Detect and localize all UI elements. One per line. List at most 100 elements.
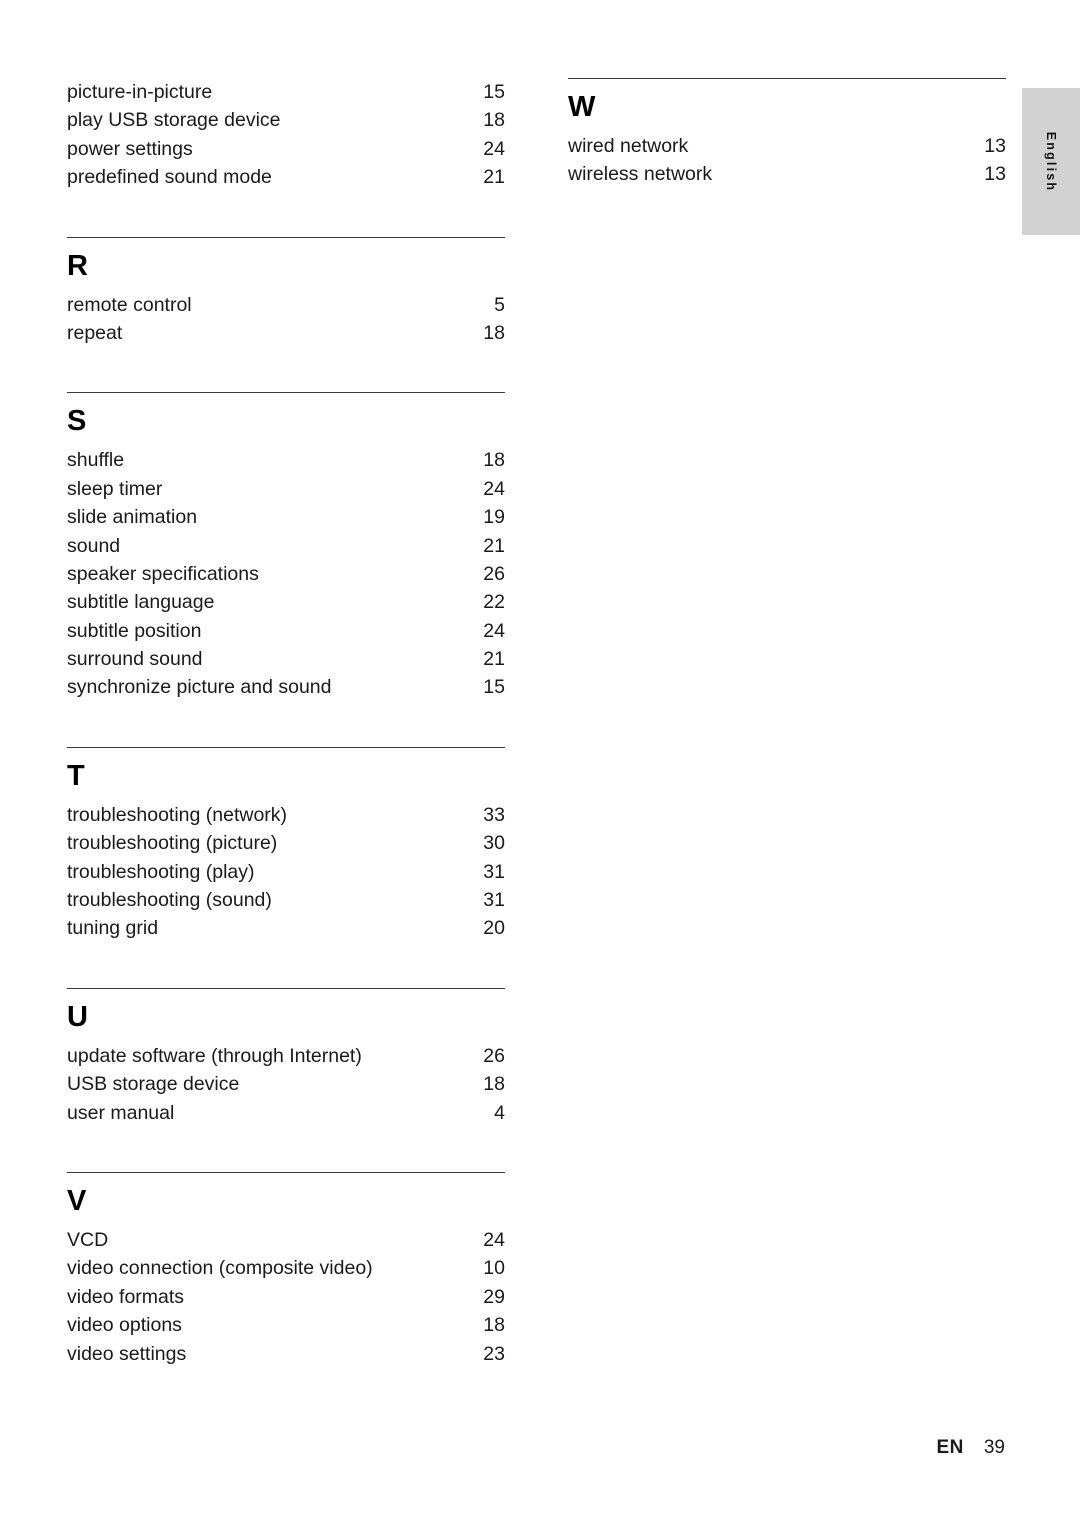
index-entry-label: update software (through Internet) [67,1044,362,1067]
index-entry-label: predefined sound mode [67,166,272,189]
language-side-tab-label: English [1044,131,1058,192]
index-entry-page-number: 18 [483,321,505,344]
index-entry[interactable]: video formats 29 [67,1283,505,1311]
index-entry-page-number: 24 [483,137,505,160]
index-section-u: Uupdate software (through Internet) 26 USB… [67,943,505,1127]
index-entry-label: shuffle [67,449,125,472]
index-entry-page-number: 30 [483,832,505,855]
index-entry-label: troubleshooting (network) [67,803,288,826]
index-entry[interactable]: predefined sound mode 21 [67,163,505,191]
index-section-v: V VCD 24 video connection (composite video)… [67,1127,505,1368]
index-entry-page-number: 31 [483,889,505,912]
index-entry-page-number: 18 [483,449,505,472]
index-entry[interactable]: troubleshooting (play) 31 [67,858,505,886]
index-entry[interactable]: update software (through Internet) 26 [67,1042,505,1070]
index-entry-label: USB storage device [67,1073,240,1096]
index-entry-label: sound [67,534,121,557]
index-entry[interactable]: troubleshooting (picture) 30 [67,829,505,857]
index-entry[interactable]: troubleshooting (sound) 31 [67,886,505,914]
index-entry[interactable]: picture-in-picture 15 [67,78,505,106]
index-column-left: picture-in-picture 15 play USB storage dev… [67,78,505,1368]
section-letter-heading: R [67,249,88,282]
index-entry-page-number: 4 [494,1101,505,1124]
index-entry-label: play USB storage device [67,109,281,132]
index-entry[interactable]: subtitle position 24 [67,617,505,645]
index-entry[interactable]: VCD 24 [67,1226,505,1254]
index-entry-label: wired network [568,135,689,157]
index-entry[interactable]: wired network 13 [568,132,1006,160]
index-entry-label: power settings [67,137,193,160]
index-entry-page-number: 21 [483,534,505,557]
index-entry[interactable]: play USB storage device 18 [67,106,505,134]
index-entry[interactable]: video options 18 [67,1311,505,1339]
index-entry[interactable]: user manual 4 [67,1099,505,1127]
index-entry-label: video formats [67,1285,185,1308]
index-entry-label: synchronize picture and sound [67,676,332,699]
index-entry-page-number: 20 [483,917,505,940]
index-entry-label: surround sound [67,648,203,671]
index-entry-label: troubleshooting (sound) [67,889,272,912]
index-entry-page-number: 33 [483,803,505,826]
footer-locale-code: EN [936,1437,964,1458]
index-entry[interactable]: speaker specifications 26 [67,560,505,588]
index-entry-page-number: 13 [984,135,1006,157]
index-entry-page-number: 13 [984,163,1006,186]
language-side-tab: English [1022,88,1080,235]
index-entry-label: picture-in-picture [67,81,213,103]
index-entry-page-number: 21 [483,648,505,671]
index-entry-page-number: 24 [483,477,505,500]
index-entry[interactable]: subtitle language 22 [67,588,505,616]
index-entry[interactable]: troubleshooting (network) 33 [67,801,505,829]
index-entry-page-number: 31 [483,860,505,883]
index-entry-page-number: 10 [483,1257,505,1280]
index-entry-label: video settings [67,1342,187,1365]
index-entry[interactable]: synchronize picture and sound 15 [67,673,505,701]
index-entry[interactable]: USB storage device 18 [67,1070,505,1098]
index-column-right: Wwired network 13 wireless network 13 [568,78,1006,189]
index-entry[interactable]: video connection (composite video) 10 [67,1254,505,1282]
index-entry-page-number: 18 [483,109,505,132]
index-entry-label: subtitle position [67,619,202,642]
index-entry-page-number: 26 [483,1044,505,1067]
index-entry[interactable]: remote control 5 [67,291,505,319]
index-entry[interactable]: tuning grid 20 [67,914,505,942]
index-entry-page-number: 15 [483,81,505,103]
index-entry-label: subtitle language [67,591,215,614]
index-entry-label: speaker specifications [67,562,259,585]
index-entry[interactable]: sleep timer 24 [67,475,505,503]
index-entry-page-number: 5 [494,293,505,316]
section-letter-heading: S [67,405,87,438]
index-entry-label: video options [67,1314,182,1337]
index-entry[interactable]: video settings 23 [67,1340,505,1368]
section-letter-heading: T [67,759,85,792]
index-section-w: Wwired network 13 wireless network 13 [568,78,1006,189]
page-footer: EN 39 [0,1437,1080,1459]
index-entry[interactable]: shuffle 18 [67,446,505,474]
index-entry-label: video connection (composite video) [67,1257,373,1280]
index-entry[interactable]: sound 21 [67,532,505,560]
index-entry-label: troubleshooting (play) [67,860,255,883]
index-entry-label: wireless network [568,163,713,186]
index-entry[interactable]: slide animation 19 [67,503,505,531]
index-page: English picture-in-picture 15 play USB sto… [0,0,1080,1527]
index-entry[interactable]: power settings 24 [67,135,505,163]
index-entry[interactable]: wireless network 13 [568,160,1006,188]
section-letter-heading: U [67,1000,88,1033]
index-section-r: Rremote control 5 repeat 18 [67,192,505,348]
index-section-s: Sshuffle 18 sleep timer 24 slide animation 19… [67,347,505,702]
index-entry-page-number: 21 [483,166,505,189]
index-entry-label: remote control [67,293,192,316]
section-letter-heading: W [568,91,596,123]
index-entry[interactable]: surround sound 21 [67,645,505,673]
index-entry-page-number: 18 [483,1073,505,1096]
index-entry-page-number: 18 [483,1314,505,1337]
index-entry[interactable]: repeat 18 [67,319,505,347]
index-entry-label: tuning grid [67,917,159,940]
index-entry-page-number: 26 [483,562,505,585]
index-section-t: Ttroubleshooting (network) 33 troubleshoot… [67,702,505,943]
